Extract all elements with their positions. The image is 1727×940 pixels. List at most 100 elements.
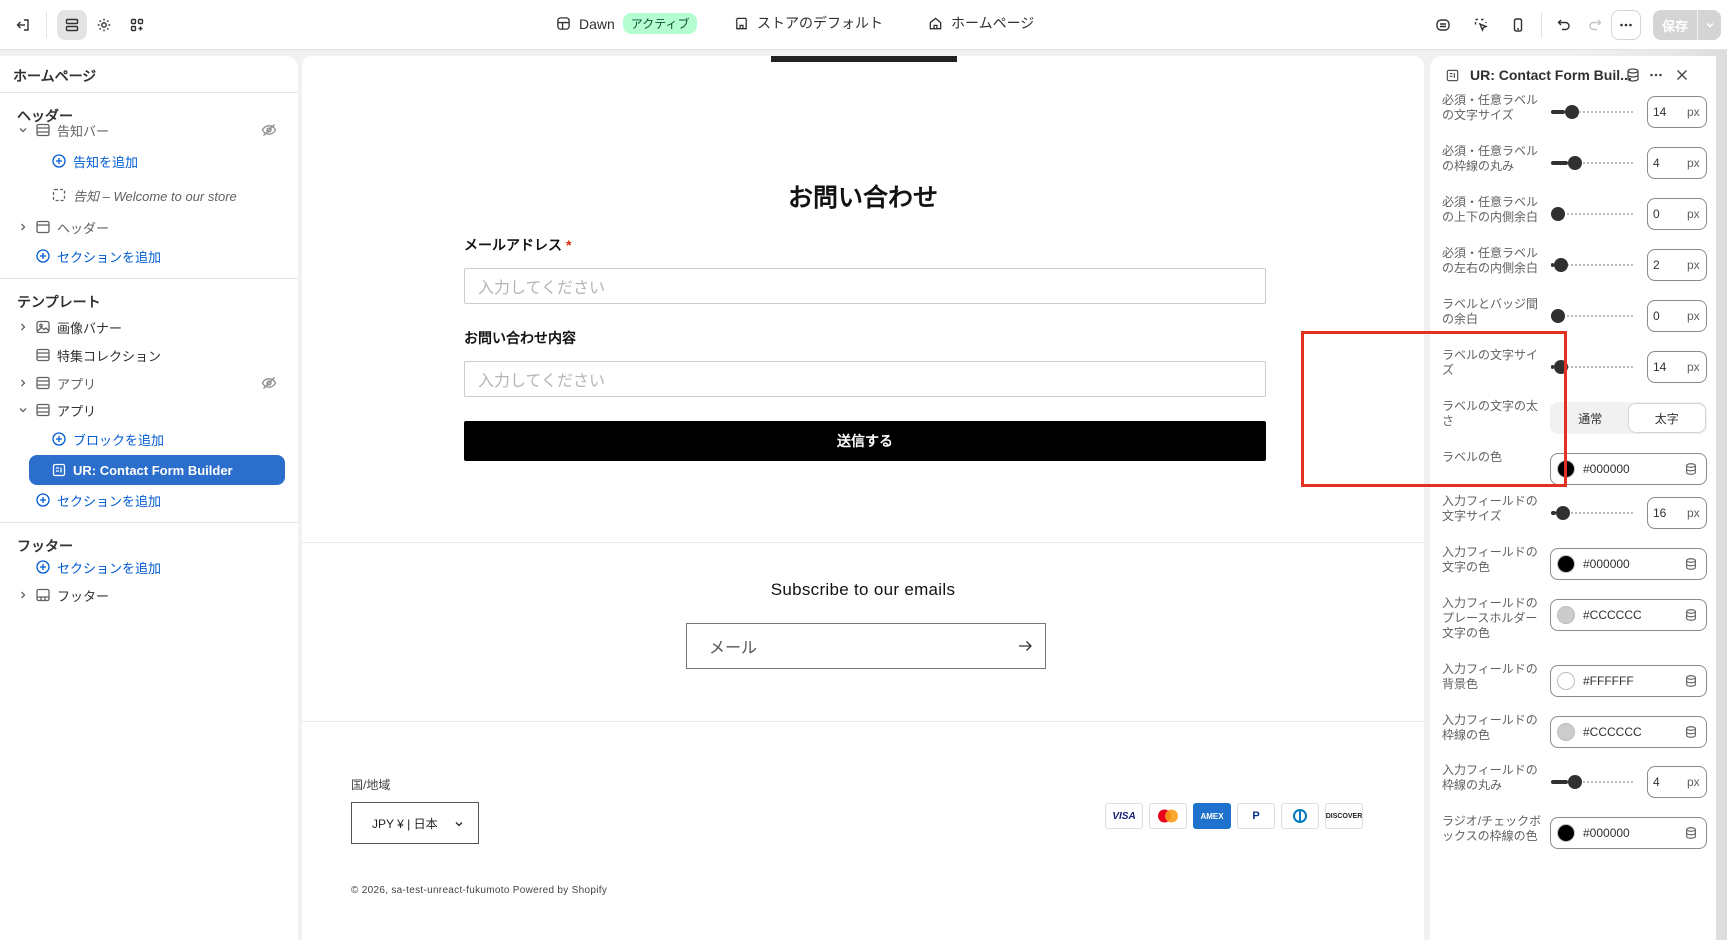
- sidebar-item-label: ブロックを追加: [73, 432, 165, 448]
- setting-slider[interactable]: [1551, 102, 1635, 122]
- slider-handle[interactable]: [1554, 360, 1569, 374]
- color-picker[interactable]: #FFFFFF: [1550, 665, 1707, 697]
- color-swatch[interactable]: [1557, 606, 1575, 624]
- sidebar-item-image-banner[interactable]: 画像バナー: [0, 314, 298, 340]
- sidebar-item-contact-form-builder[interactable]: UR: Contact Form Builder: [29, 455, 285, 485]
- color-swatch[interactable]: [1557, 555, 1575, 573]
- setting-slider[interactable]: [1551, 503, 1635, 523]
- more-icon[interactable]: [1648, 67, 1664, 83]
- country-selector[interactable]: JPY ¥ | 日本: [351, 802, 479, 844]
- hidden-eye-icon[interactable]: [261, 122, 277, 138]
- slider-handle[interactable]: [1551, 207, 1565, 221]
- setting-label: ラベルの文字の太さ: [1442, 399, 1539, 428]
- setting-number-input[interactable]: 4 px: [1647, 766, 1707, 798]
- exit-icon[interactable]: [8, 10, 38, 40]
- more-actions-icon[interactable]: [1611, 10, 1641, 40]
- sidebar-item-header[interactable]: ヘッダー: [0, 214, 298, 240]
- mobile-preview-icon[interactable]: [1503, 10, 1533, 40]
- database-icon[interactable]: [1625, 67, 1641, 83]
- add-announcement-button[interactable]: 告知を追加: [0, 148, 298, 174]
- section-icon: [36, 348, 50, 362]
- add-section-button[interactable]: セクションを追加: [0, 487, 298, 513]
- color-swatch[interactable]: [1557, 723, 1575, 741]
- setting-number-input[interactable]: 0 px: [1647, 198, 1707, 230]
- chevron-right-icon[interactable]: [17, 377, 29, 389]
- chevron-down-icon[interactable]: [17, 124, 29, 136]
- sidebar-item-announcement-bar[interactable]: 告知バー: [0, 117, 298, 143]
- subscribe-title: Subscribe to our emails: [770, 580, 956, 599]
- sidebar-item-app[interactable]: アプリ: [0, 397, 298, 423]
- slider-handle[interactable]: [1551, 309, 1565, 323]
- sidebar-item-app-hidden[interactable]: アプリ: [0, 370, 298, 396]
- redo-icon[interactable]: [1580, 10, 1610, 40]
- setting-number-input[interactable]: 16 px: [1647, 497, 1707, 529]
- chevron-down-icon[interactable]: [17, 404, 29, 416]
- segment-option[interactable]: 通常: [1552, 404, 1629, 432]
- sidebar-item-featured-collection[interactable]: 特集コレクション: [0, 342, 298, 368]
- database-icon[interactable]: [1684, 826, 1698, 840]
- setting-number-input[interactable]: 14 px: [1647, 96, 1707, 128]
- hidden-eye-icon[interactable]: [261, 375, 277, 391]
- sections-icon[interactable]: [57, 10, 87, 40]
- database-icon[interactable]: [1684, 462, 1698, 476]
- slider-handle[interactable]: [1567, 156, 1582, 170]
- setting-slider[interactable]: [1551, 153, 1635, 173]
- inspector-icon[interactable]: [1428, 10, 1458, 40]
- chevron-down-icon[interactable]: [1698, 20, 1721, 30]
- chevron-right-icon[interactable]: [17, 221, 29, 233]
- apps-icon[interactable]: [122, 10, 152, 40]
- chevron-right-icon[interactable]: [17, 589, 29, 601]
- slider-handle[interactable]: [1565, 105, 1580, 119]
- database-icon[interactable]: [1684, 608, 1698, 622]
- color-picker[interactable]: #000000: [1550, 453, 1707, 485]
- page-selector[interactable]: ホームページ: [928, 13, 1034, 33]
- add-section-button[interactable]: セクションを追加: [0, 554, 298, 580]
- close-icon[interactable]: [1674, 67, 1690, 83]
- chevron-right-icon[interactable]: [17, 321, 29, 333]
- save-button[interactable]: 保存: [1653, 10, 1721, 40]
- color-swatch[interactable]: [1557, 824, 1575, 842]
- setting-label: 必須・任意ラベルの枠線の丸み: [1442, 144, 1539, 173]
- setting-number-input[interactable]: 14 px: [1647, 351, 1707, 383]
- color-picker[interactable]: #000000: [1550, 817, 1707, 849]
- setting-number-input[interactable]: 0 px: [1647, 300, 1707, 332]
- theme-selector[interactable]: Dawn アクティブ: [556, 13, 698, 34]
- setting-slider[interactable]: [1551, 772, 1635, 792]
- select-tool-icon[interactable]: [1466, 10, 1496, 40]
- color-swatch[interactable]: [1557, 460, 1575, 478]
- page-select-label: ホームページ: [951, 15, 1035, 31]
- database-icon[interactable]: [1684, 674, 1698, 688]
- undo-icon[interactable]: [1549, 10, 1579, 40]
- add-section-button[interactable]: セクションを追加: [0, 243, 298, 269]
- database-icon[interactable]: [1684, 725, 1698, 739]
- arrow-right-icon[interactable]: [1017, 638, 1033, 654]
- slider-handle[interactable]: [1556, 506, 1571, 520]
- sidebar-item-announcement[interactable]: 告知 – Welcome to our store: [0, 182, 298, 208]
- setting-number-input[interactable]: 2 px: [1647, 249, 1707, 281]
- store-default-label: ストアのデフォルト: [757, 15, 883, 31]
- sidebar-item-footer[interactable]: フッター: [0, 582, 298, 608]
- setting-slider[interactable]: [1551, 306, 1635, 326]
- email-field[interactable]: 入力してください: [464, 268, 1266, 304]
- setting-slider[interactable]: [1551, 204, 1635, 224]
- store-default-selector[interactable]: ストアのデフォルト: [734, 13, 883, 33]
- slider-handle[interactable]: [1567, 775, 1582, 789]
- color-picker[interactable]: #CCCCCC: [1550, 599, 1707, 631]
- color-picker[interactable]: #CCCCCC: [1550, 716, 1707, 748]
- theme-settings-gear-icon[interactable]: [89, 10, 119, 40]
- slider-handle[interactable]: [1554, 258, 1569, 272]
- color-swatch[interactable]: [1557, 672, 1575, 690]
- setting-number-input[interactable]: 4 px: [1647, 147, 1707, 179]
- setting-slider[interactable]: [1551, 357, 1635, 377]
- newsletter-email-input[interactable]: メール: [686, 623, 1046, 669]
- unit-suffix: px: [1687, 775, 1700, 789]
- setting-slider[interactable]: [1551, 255, 1635, 275]
- database-icon[interactable]: [1684, 557, 1698, 571]
- add-block-button[interactable]: ブロックを追加: [0, 426, 298, 452]
- setting-label: 必須・任意ラベルの上下の内側余白: [1442, 195, 1539, 224]
- segment-option[interactable]: 太字: [1628, 404, 1705, 432]
- submit-button[interactable]: 送信する: [464, 421, 1266, 461]
- message-field[interactable]: 入力してください: [464, 361, 1266, 397]
- color-picker[interactable]: #000000: [1550, 548, 1707, 580]
- setting-label: 入力フィールドの文字の色: [1442, 545, 1538, 574]
